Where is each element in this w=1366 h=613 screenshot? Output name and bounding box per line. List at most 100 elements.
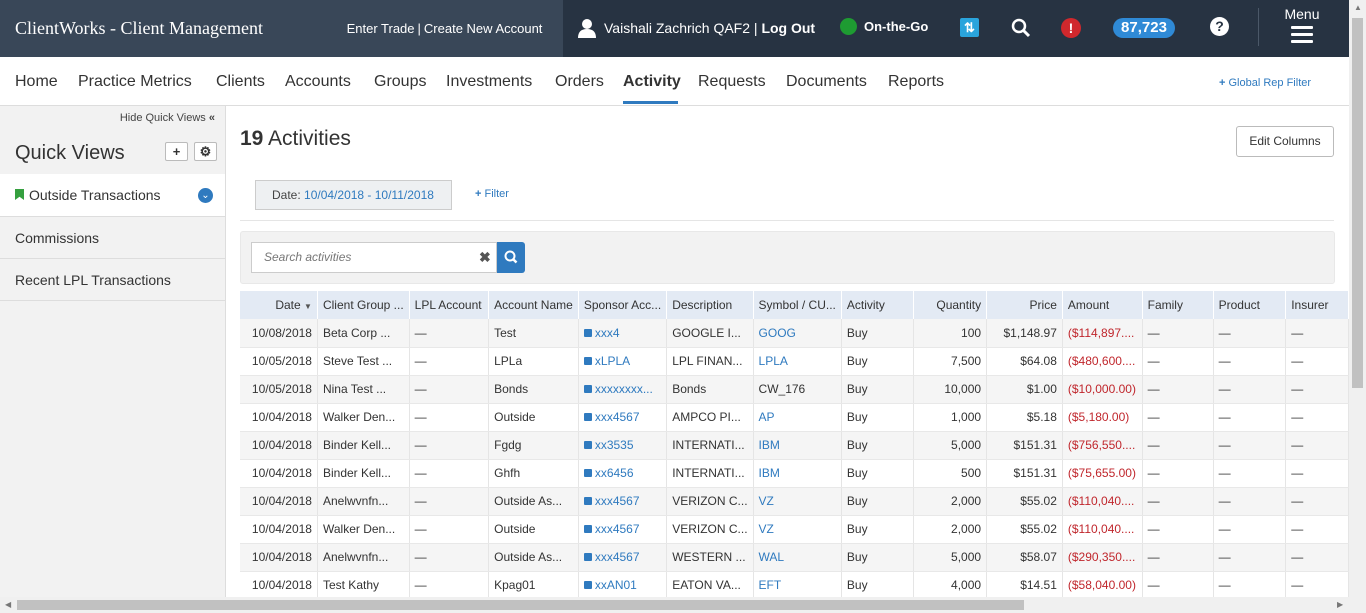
table-cell[interactable]: xxx4567 [578, 543, 668, 572]
column-header-lpl-account[interactable]: LPL Account [409, 291, 490, 319]
add-filter-link[interactable]: + Filter [475, 188, 509, 200]
table-cell: — [1285, 347, 1349, 376]
table-cell: 2,000 [913, 487, 988, 516]
notification-count-badge[interactable]: 87,723 [1113, 18, 1175, 38]
column-header-quantity[interactable]: Quantity [913, 291, 988, 319]
table-cell[interactable]: VZ [753, 487, 842, 516]
nav-reports[interactable]: Reports [888, 73, 944, 91]
column-header-price[interactable]: Price [986, 291, 1063, 319]
global-rep-filter-label: Global Rep Filter [1228, 77, 1312, 89]
quick-view-recent-lpl[interactable]: Recent LPL Transactions [0, 259, 225, 301]
clear-icon[interactable]: ✖ [479, 249, 491, 266]
table-row[interactable]: 10/05/2018 Steve Test ... — LPLa xLPLA LPL FI… [240, 347, 1349, 376]
date-filter-chip[interactable]: Date: 10/04/2018 - 10/11/2018 [255, 180, 452, 210]
horizontal-scroll-thumb[interactable] [17, 600, 1024, 610]
horizontal-scrollbar[interactable]: ◀ ▶ [0, 597, 1366, 613]
table-cell[interactable]: IBM [753, 459, 842, 488]
search-icon[interactable] [1010, 17, 1032, 39]
menu-button[interactable]: Menu [1272, 6, 1332, 47]
quick-views-title: Quick Views [15, 142, 125, 164]
scroll-right-icon[interactable]: ▶ [1337, 600, 1343, 609]
vertical-scroll-thumb[interactable] [1352, 18, 1363, 388]
status-indicator[interactable]: On-the-Go [840, 18, 928, 35]
table-cell[interactable]: xxAN01 [578, 571, 668, 600]
add-quick-view-button[interactable]: + [165, 142, 188, 161]
column-header-date[interactable]: Date ▼ [240, 291, 318, 319]
table-cell: — [409, 403, 490, 432]
table-cell[interactable]: xxx4 [578, 319, 668, 348]
edit-columns-button[interactable]: Edit Columns [1236, 126, 1334, 157]
table-cell[interactable]: AP [753, 403, 842, 432]
column-header-sponsor-account[interactable]: Sponsor Acc... [578, 291, 668, 319]
quick-view-outside-transactions[interactable]: Outside Transactions ⌄ [0, 174, 225, 217]
global-rep-filter-link[interactable]: + Global Rep Filter [1219, 77, 1311, 89]
table-row[interactable]: 10/05/2018 Nina Test ... — Bonds xxxxxxxx...… [240, 375, 1349, 404]
table-cell[interactable]: GOOG [753, 319, 842, 348]
enter-trade-link[interactable]: Enter Trade [347, 21, 415, 36]
table-cell[interactable]: IBM [753, 431, 842, 460]
settings-gear-icon[interactable]: ⚙ [194, 142, 217, 161]
table-row[interactable]: 10/04/2018 Binder Kell... — Ghfh xx6456 INTER… [240, 459, 1349, 488]
alert-icon[interactable]: ! [1061, 18, 1081, 38]
column-header-family[interactable]: Family [1142, 291, 1214, 319]
hide-quick-views-link[interactable]: Hide Quick Views « [120, 112, 215, 124]
column-header-activity[interactable]: Activity [841, 291, 914, 319]
column-header-product[interactable]: Product [1213, 291, 1287, 319]
column-header-description[interactable]: Description [666, 291, 754, 319]
table-row[interactable]: 10/04/2018 Binder Kell... — Fgdg xx3535 INTER… [240, 431, 1349, 460]
scroll-up-icon[interactable]: ▲ [1354, 3, 1362, 12]
table-row[interactable]: 10/04/2018 Walker Den... — Outside xxx4567 AM… [240, 403, 1349, 432]
column-header-client-group[interactable]: Client Group ... [317, 291, 410, 319]
search-bar: Search activities ✖ [240, 231, 1335, 284]
table-row[interactable]: 10/04/2018 Test Kathy — Kpag01 xxAN01 EATON V… [240, 571, 1349, 600]
nav-accounts[interactable]: Accounts [285, 73, 351, 91]
vertical-scrollbar[interactable]: ▲ [1349, 0, 1366, 597]
table-cell[interactable]: xxxxxxxx... [578, 375, 668, 404]
quick-view-commissions[interactable]: Commissions [0, 217, 225, 259]
table-row[interactable]: 10/04/2018 Anelwvnfn... — Outside As... xxx4… [240, 487, 1349, 516]
table-cell[interactable]: xxx4567 [578, 515, 668, 544]
table-cell[interactable]: xxx4567 [578, 403, 668, 432]
table-cell[interactable]: xx6456 [578, 459, 668, 488]
table-cell[interactable]: xx3535 [578, 431, 668, 460]
nav-clients[interactable]: Clients [216, 73, 265, 91]
chevron-down-icon[interactable]: ⌄ [198, 188, 213, 203]
table-cell: ($75,655.00) [1062, 459, 1143, 488]
date-filter-label: Date: [272, 188, 301, 202]
table-cell[interactable]: LPLA [753, 347, 842, 376]
table-cell[interactable]: VZ [753, 515, 842, 544]
user-name[interactable]: Vaishali Zachrich QAF2 [604, 20, 750, 36]
sort-desc-icon: ▼ [304, 302, 312, 311]
table-row[interactable]: 10/04/2018 Anelwvnfn... — Outside As... xxx4… [240, 543, 1349, 572]
nav-groups[interactable]: Groups [374, 73, 426, 91]
search-input[interactable]: Search activities [251, 242, 497, 273]
table-row[interactable]: 10/04/2018 Walker Den... — Outside xxx4567 VE… [240, 515, 1349, 544]
column-header-symbol[interactable]: Symbol / CU... [753, 291, 842, 319]
nav-requests[interactable]: Requests [698, 73, 766, 91]
nav-home[interactable]: Home [15, 73, 58, 91]
table-cell[interactable]: EFT [753, 571, 842, 600]
nav-orders[interactable]: Orders [555, 73, 604, 91]
table-row[interactable]: 10/08/2018 Beta Corp ... — Test xxx4 GOOGLE I… [240, 319, 1349, 348]
sync-icon[interactable]: ⇅ [960, 18, 979, 37]
table-cell[interactable]: WAL [753, 543, 842, 572]
nav-activity[interactable]: Activity [623, 73, 681, 91]
app-brand[interactable]: ClientWorks - Client Management [0, 0, 326, 57]
search-button[interactable] [497, 242, 525, 273]
column-header-account-name[interactable]: Account Name [488, 291, 579, 319]
create-account-link[interactable]: Create New Account [424, 21, 543, 36]
table-cell: — [1213, 571, 1287, 600]
nav-documents[interactable]: Documents [786, 73, 867, 91]
scroll-left-icon[interactable]: ◀ [5, 600, 11, 609]
column-header-amount[interactable]: Amount [1062, 291, 1143, 319]
table-cell[interactable]: xxx4567 [578, 487, 668, 516]
nav-practice-metrics[interactable]: Practice Metrics [78, 73, 192, 91]
search-icon [504, 250, 518, 264]
nav-investments[interactable]: Investments [446, 73, 532, 91]
table-cell: INTERNATI... [666, 459, 754, 488]
table-cell[interactable]: xLPLA [578, 347, 668, 376]
logout-link[interactable]: Log Out [761, 20, 815, 36]
table-cell: — [1142, 487, 1214, 516]
column-header-insurer[interactable]: Insurer [1285, 291, 1349, 319]
help-icon[interactable]: ? [1210, 17, 1229, 36]
